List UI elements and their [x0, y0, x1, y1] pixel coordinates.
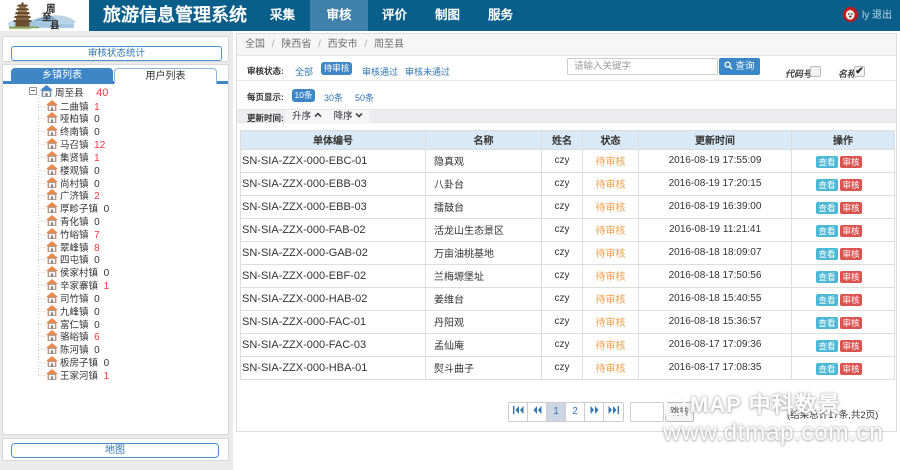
svg-text:县: 县	[50, 21, 60, 32]
